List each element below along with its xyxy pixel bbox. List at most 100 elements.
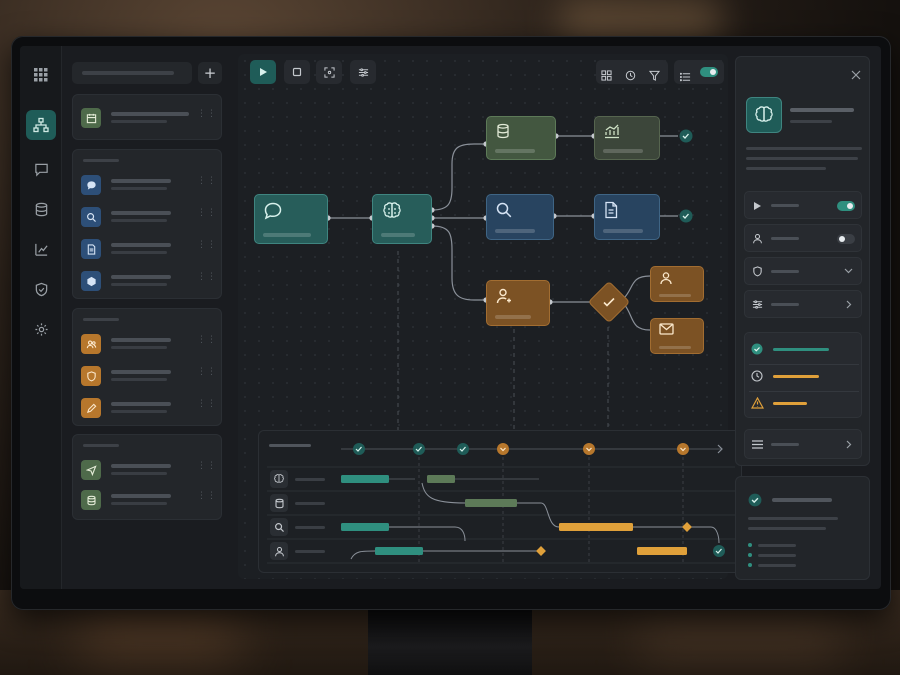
status-bar-complete <box>773 348 829 351</box>
workflow-icon[interactable] <box>26 110 56 140</box>
calendar-icon <box>81 108 101 128</box>
database-node[interactable] <box>486 116 556 160</box>
search-node[interactable] <box>486 194 554 240</box>
library-item[interactable]: ⋮⋮ <box>81 102 217 134</box>
library-item[interactable]: ⋮⋮ <box>81 265 217 297</box>
execution-timeline <box>258 430 742 573</box>
monitor-stand <box>368 606 532 675</box>
shield-icon <box>753 266 762 277</box>
flow-connectors <box>325 129 693 430</box>
check-icon <box>603 297 615 307</box>
menu-setting-row[interactable] <box>744 429 862 459</box>
add-node-button[interactable]: + <box>198 62 222 84</box>
security-setting-row[interactable] <box>744 257 862 285</box>
library-item[interactable]: ⋮⋮ <box>81 328 217 360</box>
brain-icon <box>270 470 288 488</box>
analytics-icon[interactable] <box>26 234 56 264</box>
chevron-right-icon[interactable] <box>846 440 852 449</box>
library-search-input[interactable] <box>72 62 192 84</box>
gantt-bar[interactable] <box>341 523 389 531</box>
app-window: + ⋮⋮ ⋮⋮ ⋮⋮ ⋮⋮ ⋮⋮ ⋮⋮ ⋮⋮ ⋮⋮ ⋮⋮ ⋮⋮ <box>20 46 881 589</box>
check-circle-icon <box>751 343 763 355</box>
ai-model-node[interactable] <box>372 194 432 244</box>
check-circle-icon <box>748 493 762 507</box>
document-icon <box>605 201 618 219</box>
user-icon <box>660 272 672 285</box>
user-icon <box>270 542 288 560</box>
clock-icon <box>751 370 763 382</box>
gantt-bar[interactable] <box>559 523 633 531</box>
run-summary-card <box>735 476 870 580</box>
node-properties-card <box>735 56 870 466</box>
chat-icon <box>264 202 282 220</box>
apps-grid-icon[interactable] <box>26 60 56 90</box>
assign-user-node[interactable] <box>650 266 704 302</box>
milestone-pending-icon[interactable] <box>677 443 689 455</box>
send-icon <box>81 460 101 480</box>
shield-icon <box>81 366 101 386</box>
milestone-pending-icon[interactable] <box>497 443 509 455</box>
search-icon <box>496 202 512 218</box>
close-icon[interactable] <box>851 65 861 84</box>
timeline-chart <box>267 443 735 565</box>
chat-icon[interactable] <box>26 154 56 184</box>
cube-icon <box>81 271 101 291</box>
trigger-node[interactable] <box>254 194 328 244</box>
status-bar-pending <box>773 375 819 378</box>
document-node[interactable] <box>594 194 660 240</box>
status-list <box>744 332 862 418</box>
chevron-right-icon[interactable] <box>846 300 852 309</box>
search-icon <box>270 518 288 536</box>
milestone-diamond <box>536 546 546 556</box>
library-group-2: ⋮⋮ ⋮⋮ ⋮⋮ ⋮⋮ <box>72 149 222 299</box>
library-item[interactable]: ⋮⋮ <box>81 454 217 486</box>
search-icon <box>81 207 101 227</box>
run-toggle[interactable] <box>837 201 855 211</box>
brain-icon <box>746 97 782 133</box>
gantt-bar[interactable] <box>427 475 455 483</box>
brain-icon <box>383 202 401 218</box>
gantt-bar[interactable] <box>637 547 687 555</box>
send-email-node[interactable] <box>650 318 704 354</box>
menu-icon <box>752 440 763 449</box>
user-toggle[interactable] <box>837 234 855 244</box>
shield-icon[interactable] <box>26 274 56 304</box>
library-item[interactable]: ⋮⋮ <box>81 201 217 233</box>
users-icon <box>81 334 101 354</box>
analytics-node[interactable] <box>594 116 660 160</box>
database-icon <box>81 490 101 510</box>
icon-navbar <box>20 46 62 589</box>
gantt-bar[interactable] <box>375 547 423 555</box>
user-icon <box>753 233 762 244</box>
settings-icon[interactable] <box>26 314 56 344</box>
workflow-canvas[interactable] <box>238 54 742 579</box>
pencil-icon <box>81 398 101 418</box>
library-item[interactable]: ⋮⋮ <box>81 169 217 201</box>
database-icon <box>497 123 509 139</box>
user-setting-row[interactable] <box>744 224 862 252</box>
library-group-4: ⋮⋮ ⋮⋮ <box>72 434 222 520</box>
chat-bubble-icon <box>81 175 101 195</box>
status-bar-warning <box>773 402 807 405</box>
node-library-panel: + ⋮⋮ ⋮⋮ ⋮⋮ ⋮⋮ ⋮⋮ ⋮⋮ ⋮⋮ ⋮⋮ ⋮⋮ ⋮⋮ <box>68 54 228 584</box>
library-item[interactable]: ⋮⋮ <box>81 233 217 265</box>
sliders-icon <box>752 300 763 309</box>
milestone-diamond <box>682 522 692 532</box>
user-icon <box>496 288 511 304</box>
chart-icon <box>605 124 619 139</box>
gantt-bar[interactable] <box>341 475 389 483</box>
advanced-setting-row[interactable] <box>744 290 862 318</box>
chevron-down-icon[interactable] <box>844 268 853 274</box>
mail-icon <box>659 323 674 335</box>
library-item[interactable]: ⋮⋮ <box>81 392 217 424</box>
library-item[interactable]: ⋮⋮ <box>81 360 217 392</box>
gantt-bar[interactable] <box>465 499 517 507</box>
milestone-pending-icon[interactable] <box>583 443 595 455</box>
database-icon[interactable] <box>26 194 56 224</box>
document-icon <box>81 239 101 259</box>
library-item[interactable]: ⋮⋮ <box>81 484 217 516</box>
database-icon <box>270 494 288 512</box>
run-setting-row[interactable] <box>744 191 862 219</box>
user-task-node[interactable] <box>486 280 550 326</box>
warning-icon <box>751 397 764 409</box>
